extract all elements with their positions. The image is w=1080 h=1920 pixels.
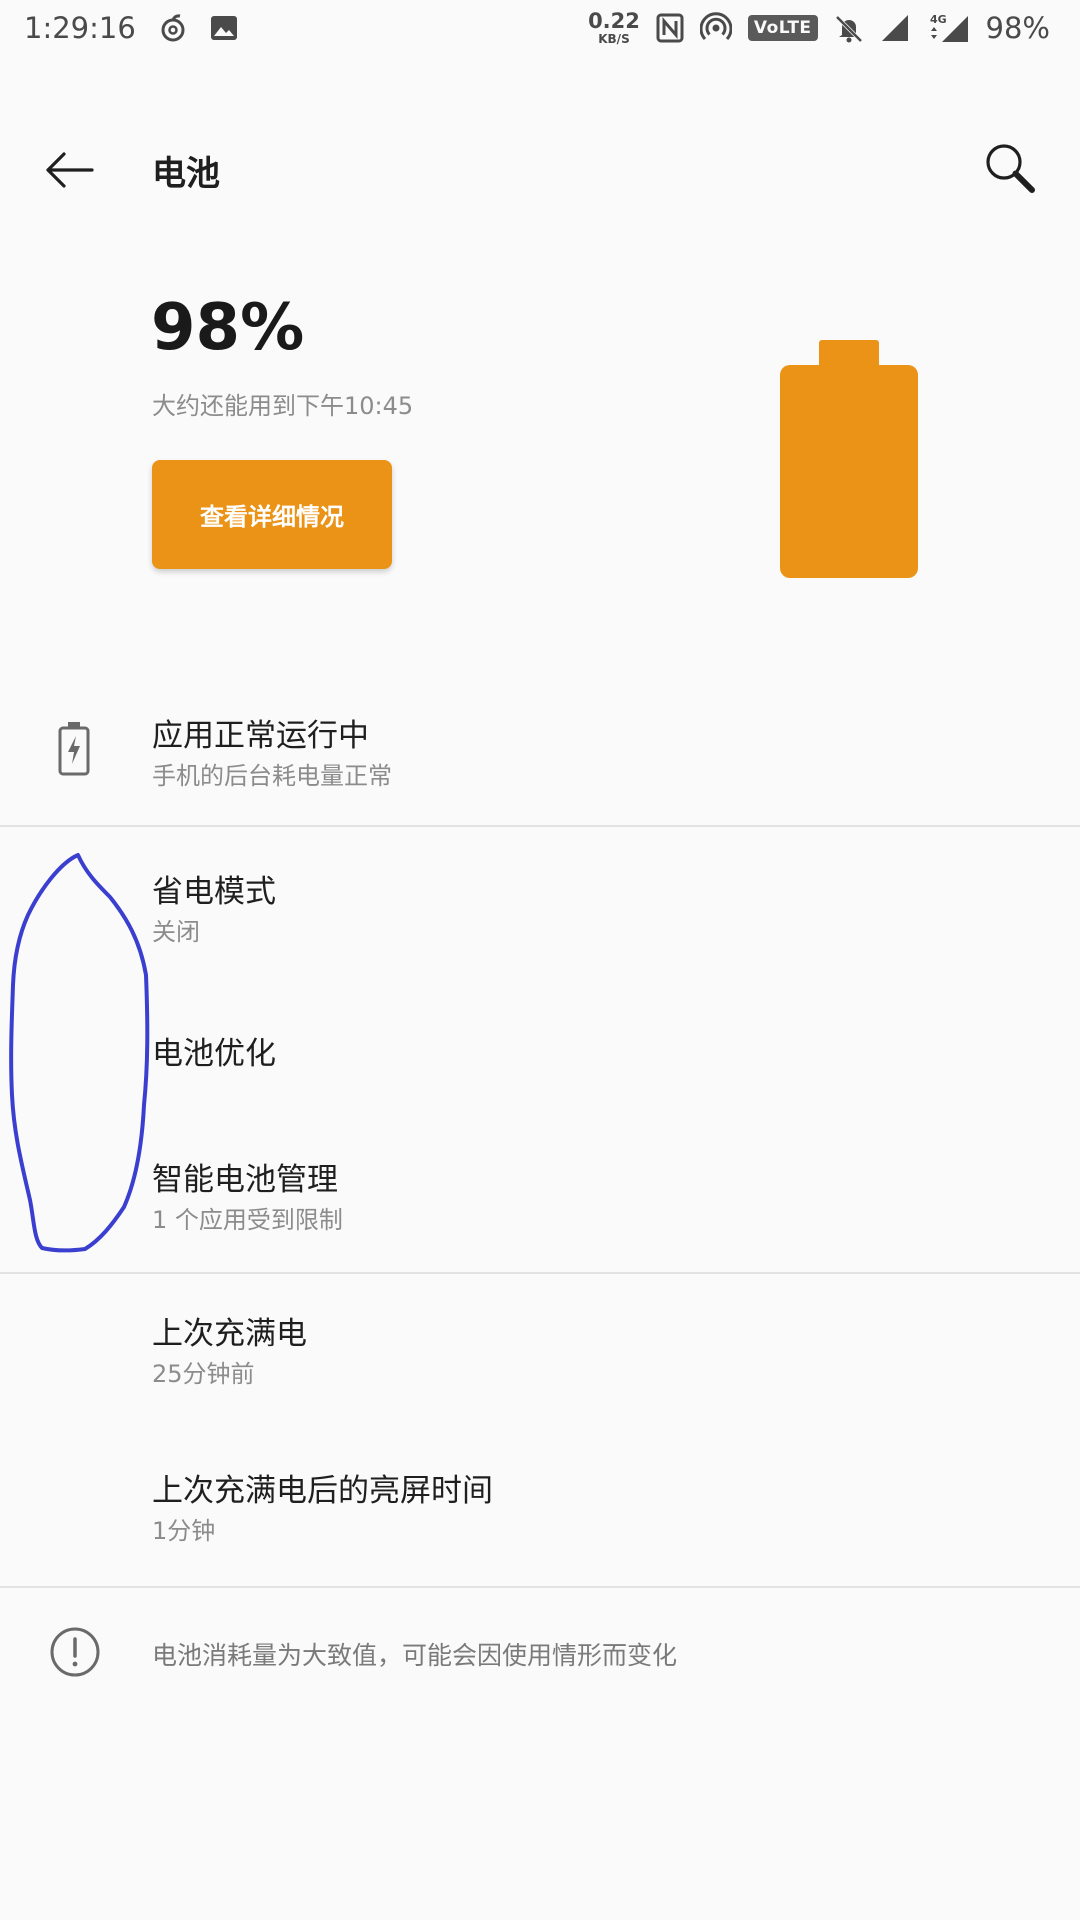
divider — [0, 1586, 1080, 1588]
nfc-icon — [656, 13, 684, 43]
app-status-subtitle: 手机的后台耗电量正常 — [152, 762, 392, 790]
app-status-title: 应用正常运行中 — [152, 718, 369, 754]
power-saving-title: 省电模式 — [152, 874, 276, 910]
smart-battery-subtitle: 1 个应用受到限制 — [152, 1206, 343, 1234]
netease-music-icon — [158, 13, 188, 43]
bell-off-icon — [834, 13, 864, 43]
battery-level-icon — [780, 340, 918, 578]
signal-4g-icon: 4G — [926, 12, 970, 44]
last-full-charge-item: 上次充满电 25分钟前 — [0, 1300, 1080, 1410]
network-type-label: 4G — [930, 13, 947, 26]
arrow-left-icon — [46, 152, 94, 188]
volte-icon: VoLTE — [747, 15, 818, 41]
battery-percentage: 98% — [151, 291, 305, 365]
app-status-item[interactable]: 应用正常运行中 手机的后台耗电量正常 — [0, 700, 1080, 826]
battery-settings-screen: 1:29:16 0.22 KB/S VoLTE 4G 98% 电池 98% 大约… — [0, 0, 1080, 1920]
image-icon — [210, 15, 238, 41]
toolbar: 电池 — [0, 120, 1080, 216]
divider — [0, 825, 1080, 827]
screen-on-time-title: 上次充满电后的亮屏时间 — [152, 1473, 493, 1509]
screen-on-time-value: 1分钟 — [152, 1517, 216, 1545]
back-button[interactable] — [40, 144, 100, 196]
smart-battery-title: 智能电池管理 — [152, 1162, 338, 1198]
battery-charging-icon — [46, 718, 102, 782]
hotspot-icon — [699, 12, 732, 44]
last-full-charge-value: 25分钟前 — [152, 1360, 255, 1388]
screen-on-time-item: 上次充满电后的亮屏时间 1分钟 — [0, 1457, 1080, 1567]
signal-icon — [880, 13, 910, 43]
battery-optimization-title: 电池优化 — [152, 1036, 276, 1072]
battery-optimization-item[interactable]: 电池优化 — [0, 1008, 1080, 1092]
battery-body — [780, 365, 918, 578]
status-battery-percent: 98% — [985, 11, 1050, 45]
status-bar: 1:29:16 0.22 KB/S VoLTE 4G 98% — [0, 0, 1080, 56]
battery-usage-note: 电池消耗量为大致值，可能会因使用情形而变化 — [152, 1641, 678, 1670]
status-time: 1:29:16 — [24, 11, 136, 45]
net-speed: 0.22 KB/S — [588, 9, 640, 46]
power-saving-mode-item[interactable]: 省电模式 关闭 — [0, 858, 1080, 968]
power-saving-status: 关闭 — [152, 918, 200, 946]
last-full-charge-title: 上次充满电 — [152, 1316, 307, 1352]
search-button[interactable] — [978, 136, 1042, 200]
battery-estimate: 大约还能用到下午10:45 — [152, 392, 414, 420]
info-icon — [49, 1626, 101, 1678]
search-icon — [986, 144, 1035, 193]
page-title: 电池 — [152, 154, 220, 194]
view-details-button[interactable]: 查看详细情况 — [152, 460, 392, 569]
divider — [0, 1272, 1080, 1274]
smart-battery-item[interactable]: 智能电池管理 1 个应用受到限制 — [0, 1146, 1080, 1256]
